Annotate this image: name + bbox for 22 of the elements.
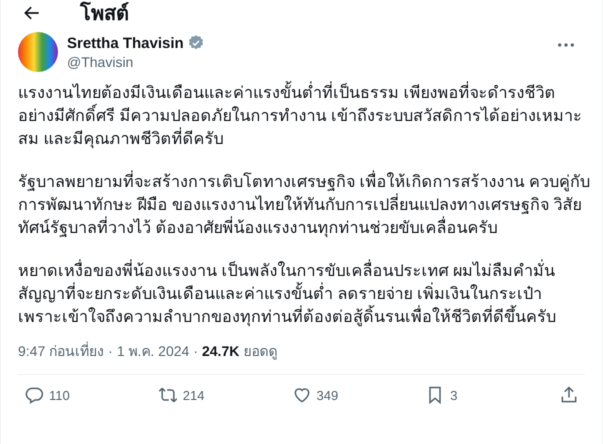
post-time[interactable]: 9:47 ก่อนเที่ยง xyxy=(18,340,104,362)
action-count: 349 xyxy=(316,388,338,402)
action-count: 214 xyxy=(182,388,204,402)
separator-dot: · xyxy=(193,343,198,359)
heart-icon[interactable] xyxy=(292,385,312,405)
author-name[interactable]: Srettha Thavisin xyxy=(67,34,184,52)
page-title: โพสต์ xyxy=(80,0,129,27)
repost-icon[interactable] xyxy=(158,385,178,405)
avatar[interactable] xyxy=(18,32,58,72)
post-date[interactable]: 1 พ.ค. 2024 xyxy=(116,340,190,362)
views-label: ยอดดู xyxy=(243,342,278,362)
post-paragraph: หยาดเหงื่อของพี่น้องแรงงาน เป็นพลังในการขับเคลื่อนประเทศ ผมไม่ลืมคำมั่นสัญญาที่จะยกระดับเงินเดือนและค่าแรงขั้นต่ำ ลดรายจ่าย เพิ่มเงินในกระเป๋า เพราะเข้าใจถึงความลำบากของทุกท่านที่ต้องต่อสู้ดิ้นรนเพื่อให้ชีวิตที่ดีขึ้นครับ xyxy=(18,260,590,329)
action-count: 110 xyxy=(49,388,70,402)
reply-icon[interactable] xyxy=(24,385,44,405)
action-count: 3 xyxy=(450,388,458,402)
more-options-icon[interactable] xyxy=(557,42,575,48)
separator-dot: · xyxy=(108,343,113,359)
view-count: 24.7K xyxy=(202,343,240,359)
post-paragraph: แรงงานไทยต้องมีเงินเดือนและค่าแรงขั้นต่ำที่เป็นธรรม เพียงพอที่จะดำรงชีวิตอย่างมีศักดิ์ศรี มีความปลอดภัยในการทำงาน เข้าถึงระบบสวัสดิการได้อย่างเหมาะสม และมีคุณภาพชีวิตที่ดีครับ xyxy=(18,82,590,151)
share-icon[interactable] xyxy=(559,385,579,405)
author-handle[interactable]: @Thavisin xyxy=(67,54,548,70)
post-paragraph: รัฐบาลพยายามที่จะสร้างการเติบโตทางเศรษฐกิจ เพื่อให้เกิดการสร้างงาน ควบคู่กับการพัฒนาทักษะ ฝีมือ ของแรงงานไทยให้ทันกับการเปลี่ยนแปลงทางเศรษฐกิจ วิสัยทัศน์รัฐบาลที่วางไว้ ต้องอาศัยพี่น้องแรงงานทุกท่านช่วยขับเคลื่อนครับ xyxy=(18,171,590,240)
